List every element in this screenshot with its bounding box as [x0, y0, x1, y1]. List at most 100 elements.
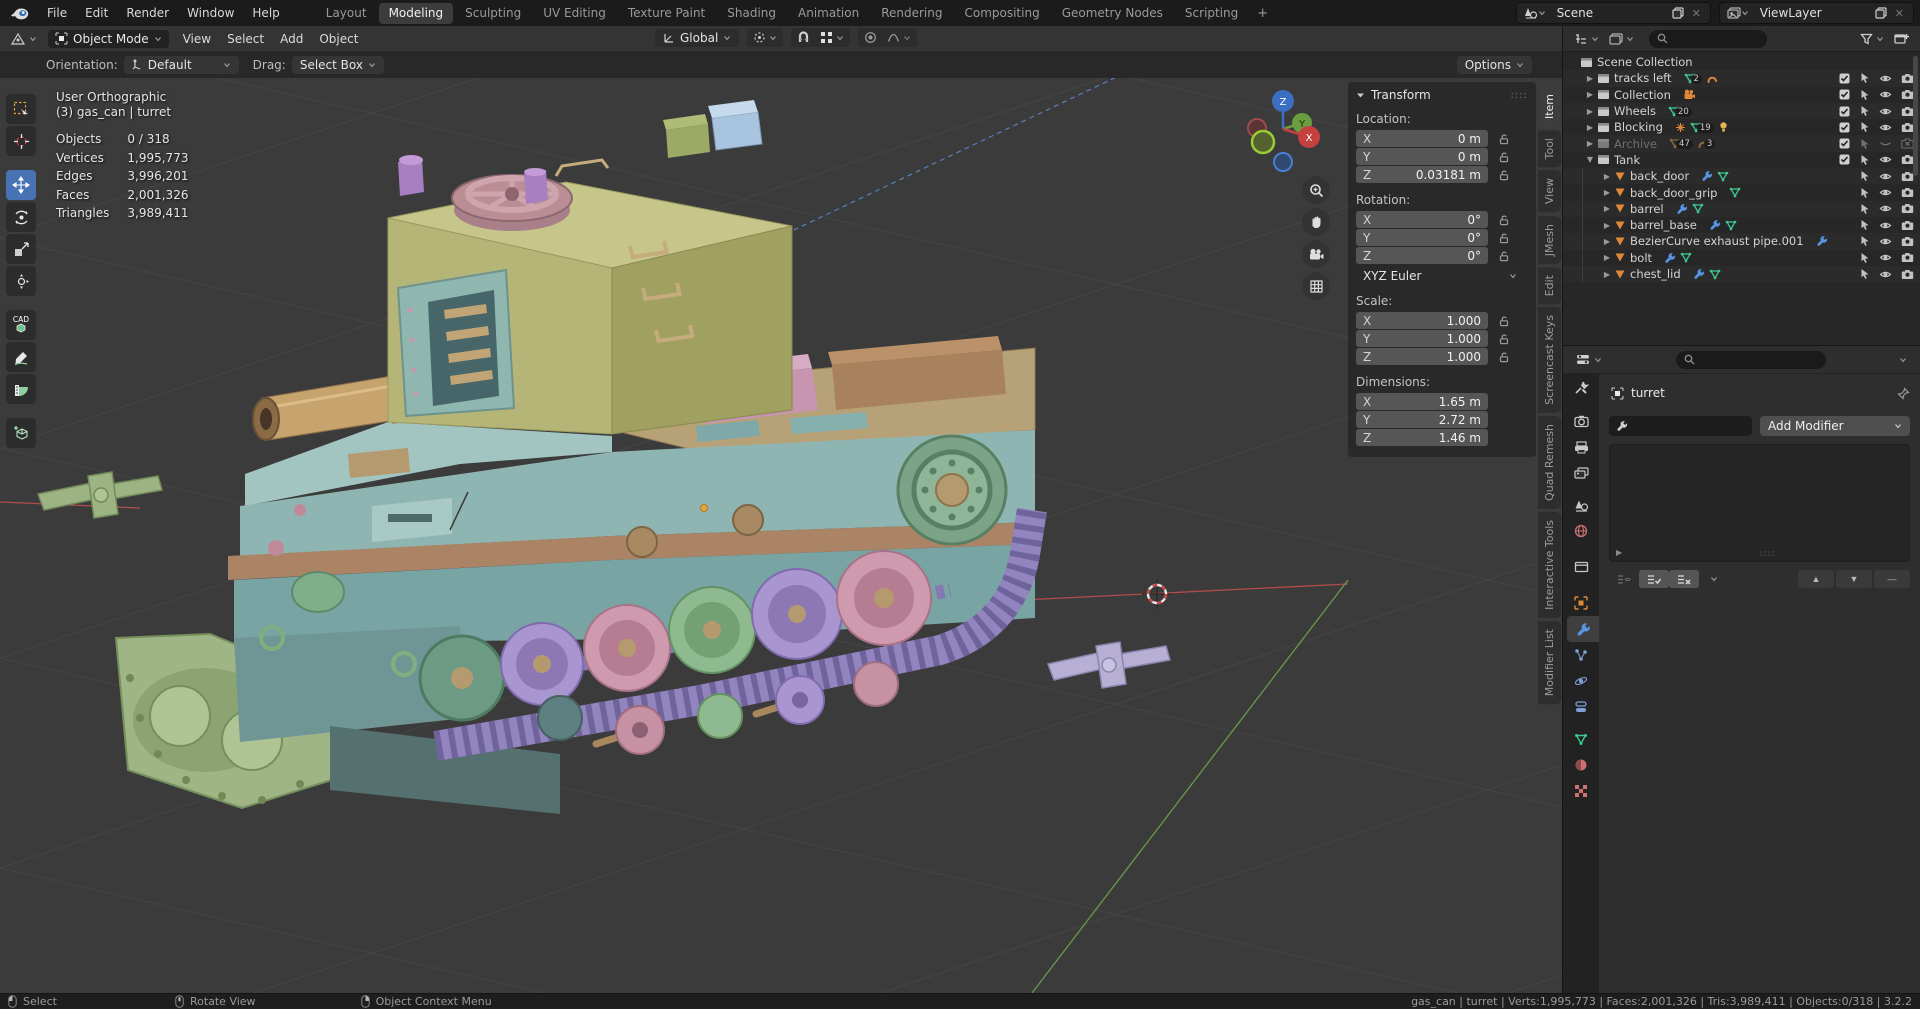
eye-toggle-icon[interactable] [1879, 220, 1892, 231]
tool-select-box[interactable] [6, 94, 36, 124]
eye-toggle-icon[interactable] [1879, 73, 1892, 84]
rotation-z-field[interactable]: Z 0° [1356, 247, 1488, 264]
properties-tab-constraints[interactable] [1563, 694, 1599, 720]
properties-tab-world[interactable] [1563, 518, 1599, 544]
sidebar-tab-jmesh[interactable]: JMesh [1538, 215, 1561, 264]
eye-toggle-icon[interactable] [1879, 171, 1892, 182]
properties-tab-object-data[interactable] [1563, 726, 1599, 752]
scene-selector[interactable]: Scene ✕ [1515, 2, 1711, 24]
viewport-menu-select[interactable]: Select [219, 32, 272, 46]
rotation-y-field[interactable]: Y 0° [1356, 229, 1488, 246]
outliner-search-input[interactable] [1649, 29, 1767, 48]
pointer-toggle-icon[interactable] [1859, 219, 1870, 231]
outliner-row-barrel[interactable]: ▶ barrel [1563, 200, 1920, 217]
pointer-toggle-icon[interactable] [1859, 187, 1870, 199]
eye-toggle-icon[interactable] [1879, 106, 1892, 117]
scale-z-field[interactable]: Z 1.000 [1356, 348, 1488, 365]
workspace-tab-rendering[interactable]: Rendering [871, 3, 952, 24]
unlink-scene-icon[interactable]: ✕ [1687, 7, 1706, 20]
lock-icon[interactable] [1498, 214, 1510, 226]
resize-grip[interactable]: :::: [1760, 549, 1776, 559]
dimensions-z-field[interactable]: Z 1.46 m [1356, 429, 1488, 446]
pointer-toggle-icon[interactable] [1859, 203, 1870, 215]
sidebar-tab-tool[interactable]: Tool [1538, 130, 1561, 168]
workspace-tab-animation[interactable]: Animation [788, 3, 869, 24]
eye-toggle-icon[interactable] [1879, 203, 1892, 214]
outliner-row-beziercurve-exhaust-pipe-001[interactable]: ▶ BezierCurve exhaust pipe.001 [1563, 233, 1920, 250]
camera-toggle-icon[interactable] [1901, 187, 1914, 198]
pan-button[interactable] [1302, 208, 1330, 236]
remove-viewlayer-icon[interactable]: ✕ [1890, 7, 1909, 20]
outliner-row-back-door-grip[interactable]: ▶ back_door_grip [1563, 184, 1920, 200]
mode-selector[interactable]: Object Mode [48, 29, 169, 48]
properties-tab-object[interactable] [1563, 590, 1599, 616]
active-object-name[interactable]: turret [1631, 386, 1665, 400]
location-z-field[interactable]: Z 0.03181 m [1356, 166, 1488, 183]
expand-arrow-icon[interactable]: ▶ [1601, 221, 1613, 230]
scale-x-field[interactable]: X 1.000 [1356, 312, 1488, 329]
workspace-tab-scripting[interactable]: Scripting [1175, 3, 1248, 24]
drag-dropdown[interactable]: Select Box [291, 56, 384, 74]
outliner-row-chest-lid[interactable]: ▶ chest_lid [1563, 265, 1920, 283]
eye-toggle-icon[interactable] [1879, 89, 1892, 100]
panel-grip[interactable]: :::: [1511, 90, 1528, 101]
outliner-row-tracks-left[interactable]: ▶ tracks left 2 [1563, 70, 1920, 87]
camera-toggle-icon[interactable] [1901, 220, 1914, 231]
move-up-button[interactable]: ▲ [1798, 570, 1834, 588]
camera-toggle-icon[interactable] [1901, 252, 1914, 263]
properties-tab-material[interactable] [1563, 752, 1599, 778]
outliner-scrollbar[interactable] [1913, 56, 1918, 176]
viewlayer-icon[interactable] [1724, 3, 1752, 23]
menu-edit[interactable]: Edit [76, 0, 117, 26]
tool-annotate[interactable] [6, 342, 36, 372]
blender-logo[interactable] [10, 5, 30, 21]
workspace-tab-compositing[interactable]: Compositing [954, 3, 1049, 24]
outliner-row-wheels[interactable]: ▶ Wheels 20 [1563, 102, 1920, 120]
expand-arrow-icon[interactable]: ▶ [1601, 270, 1613, 279]
sidebar-tab-view[interactable]: View [1538, 170, 1561, 213]
proportional-editing-toggle[interactable] [860, 29, 881, 46]
location-x-field[interactable]: X0 m [1356, 130, 1488, 147]
workspace-tab-uv-editing[interactable]: UV Editing [533, 3, 616, 24]
move-down-button[interactable]: ▼ [1836, 570, 1872, 588]
pointer-toggle-icon[interactable] [1859, 268, 1870, 280]
outliner-display-mode-dropdown[interactable] [1570, 31, 1603, 47]
modifier-search-input[interactable] [1609, 416, 1752, 436]
navigation-gizmo[interactable]: Z Y X [1236, 82, 1346, 300]
menu-file[interactable]: File [38, 0, 76, 26]
tool-cursor[interactable] [6, 126, 36, 156]
properties-search-input[interactable] [1675, 350, 1826, 369]
camera-toggle-icon[interactable] [1901, 269, 1914, 280]
outliner-row-back-door[interactable]: ▶ back_door [1563, 168, 1920, 185]
properties-editor-type-button[interactable] [1572, 351, 1606, 368]
workspace-tab-texture-paint[interactable]: Texture Paint [618, 3, 715, 24]
outliner-row-bolt[interactable]: ▶ bolt [1563, 250, 1920, 266]
tool-rotate[interactable] [6, 202, 36, 232]
workspace-tab-shading[interactable]: Shading [717, 3, 786, 24]
properties-tab-tool[interactable] [1563, 374, 1599, 400]
expand-arrow-icon[interactable]: ▶ [1584, 107, 1596, 116]
outliner-row-collection[interactable]: ▶ Collection [1563, 87, 1920, 103]
checkbox-toggle-icon[interactable] [1839, 89, 1850, 100]
eye-toggle-icon[interactable] [1879, 252, 1892, 263]
orthographic-toggle-button[interactable] [1302, 272, 1330, 300]
pointer-toggle-icon[interactable] [1859, 105, 1870, 117]
sidebar-tab-quad-remesh[interactable]: Quad Remesh [1538, 415, 1561, 509]
expand-arrow-icon[interactable]: ▶ [1601, 237, 1613, 246]
location-y-field[interactable]: Y0 m [1356, 148, 1488, 165]
checkbox-toggle-icon[interactable] [1839, 122, 1850, 133]
properties-tab-view-layer[interactable] [1563, 460, 1599, 486]
expand-arrow-icon[interactable]: ▶ [1601, 188, 1613, 197]
zoom-button[interactable] [1302, 176, 1330, 204]
viewlayer-name[interactable]: ViewLayer [1752, 6, 1872, 20]
eye-closed-toggle-icon[interactable] [1879, 138, 1892, 149]
pointer-toggle-icon[interactable] [1859, 170, 1870, 182]
expand-arrow-icon[interactable]: ▶ [1584, 139, 1596, 148]
transform-panel-header[interactable]: Transform :::: [1356, 88, 1528, 102]
transform-orientation-dropdown[interactable]: Global [655, 28, 740, 47]
options-dropdown[interactable]: Options [1456, 56, 1532, 74]
tool-transform[interactable] [6, 266, 36, 296]
expand-arrow-icon[interactable]: ▶ [1584, 90, 1596, 99]
properties-tab-collection[interactable] [1563, 554, 1599, 580]
rotation-x-field[interactable]: X 0° [1356, 211, 1488, 228]
